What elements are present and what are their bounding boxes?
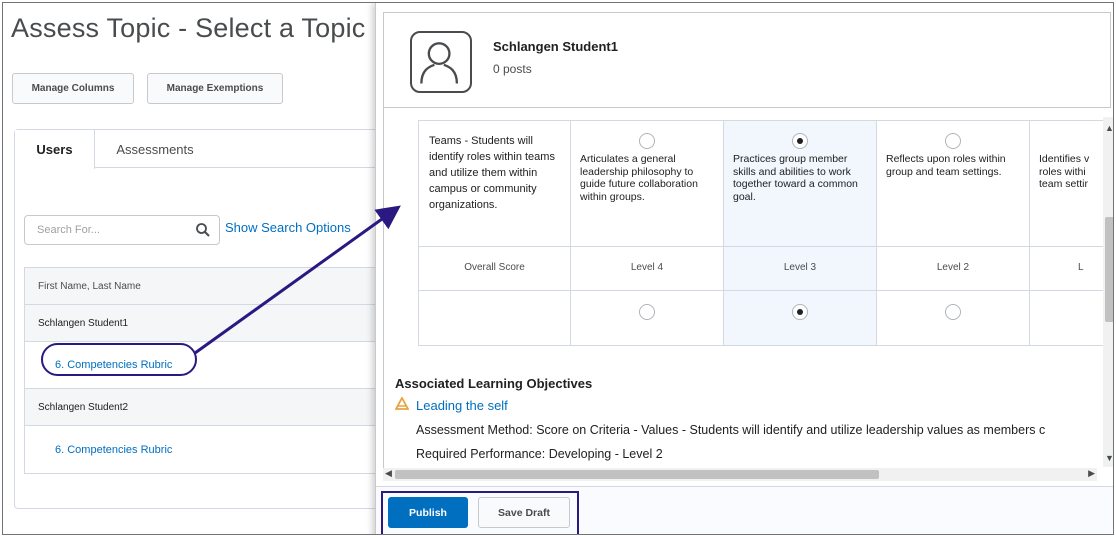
level-label: Level 4 bbox=[630, 262, 664, 273]
rubric-link[interactable]: 6. Competencies Rubric bbox=[55, 444, 172, 456]
scroll-thumb[interactable] bbox=[1105, 217, 1113, 322]
level-description: Reflects upon roles within group and tea… bbox=[886, 153, 1006, 178]
users-panel: Users Assessments Search For... Show Sea… bbox=[14, 129, 396, 509]
page-title: Assess Topic - Select a Topic bbox=[11, 13, 366, 43]
level-column-partial: Identifies v roles withi team settir L bbox=[1030, 121, 1111, 345]
rubric-dialog: Schlangen Student1 0 posts Teams - Stude… bbox=[375, 3, 1113, 534]
horizontal-scrollbar[interactable]: ◀ ▶ bbox=[383, 468, 1097, 481]
manage-columns-button[interactable]: Manage Columns bbox=[12, 73, 134, 104]
publish-button[interactable]: Publish bbox=[388, 497, 468, 528]
student-name: Schlangen Student1 bbox=[493, 39, 618, 54]
assessment-method: Assessment Method: Score on Criteria - V… bbox=[416, 423, 1046, 437]
student-header: Schlangen Student1 0 posts bbox=[383, 12, 1111, 108]
search-input[interactable]: Search For... bbox=[24, 215, 220, 245]
level-description: Articulates a general leadership philoso… bbox=[580, 153, 698, 203]
level-column: Reflects upon roles within group and tea… bbox=[877, 121, 1030, 345]
required-performance: Required Performance: Developing - Level… bbox=[416, 447, 663, 461]
tab-users[interactable]: Users bbox=[15, 130, 95, 169]
scroll-thumb[interactable] bbox=[395, 470, 879, 479]
level-column: Articulates a general leadership philoso… bbox=[571, 121, 724, 345]
level-radio-selected[interactable] bbox=[792, 133, 808, 149]
post-count: 0 posts bbox=[493, 62, 532, 76]
table-row-student: Schlangen Student1 bbox=[25, 305, 396, 342]
level-label: Level 3 bbox=[783, 262, 817, 273]
overall-radio[interactable] bbox=[639, 304, 655, 320]
objectives-title: Associated Learning Objectives bbox=[395, 376, 593, 391]
scroll-down-icon[interactable]: ▼ bbox=[1105, 453, 1113, 463]
rubric-scroll-area[interactable]: Teams - Students will identify roles wit… bbox=[383, 108, 1111, 468]
vertical-scrollbar[interactable]: ▲ ▼ bbox=[1103, 117, 1113, 467]
level-column-selected: Practices group member skills and abilit… bbox=[724, 121, 877, 345]
manage-exemptions-button[interactable]: Manage Exemptions bbox=[147, 73, 283, 104]
grid-header[interactable]: First Name, Last Name bbox=[25, 268, 396, 305]
overall-radio[interactable] bbox=[945, 304, 961, 320]
criterion-text: Teams - Students will identify roles wit… bbox=[429, 135, 555, 211]
level-description: Identifies v roles withi team settir bbox=[1039, 153, 1090, 190]
table-row-student: Schlangen Student2 bbox=[25, 389, 396, 426]
scroll-right-icon[interactable]: ▶ bbox=[1088, 468, 1095, 479]
search-icon[interactable] bbox=[195, 222, 211, 238]
scroll-up-icon[interactable]: ▲ bbox=[1105, 123, 1113, 133]
table-row-rubric: 6. Competencies Rubric bbox=[25, 426, 396, 473]
rubric-table: Teams - Students will identify roles wit… bbox=[418, 120, 1111, 346]
objective-icon bbox=[395, 397, 409, 410]
avatar bbox=[410, 31, 472, 93]
level-description: Practices group member skills and abilit… bbox=[733, 153, 858, 203]
scroll-left-icon[interactable]: ◀ bbox=[385, 468, 392, 479]
overall-score-label: Overall Score bbox=[464, 262, 525, 273]
search-placeholder: Search For... bbox=[37, 224, 100, 236]
screenshot-frame: Assess Topic - Select a Topic Manage Col… bbox=[2, 2, 1114, 535]
tab-assessments[interactable]: Assessments bbox=[95, 130, 215, 168]
tabs-divider bbox=[95, 167, 393, 168]
level-label: Level 2 bbox=[936, 262, 970, 273]
dialog-footer: Publish Save Draft bbox=[376, 486, 1113, 534]
criterion-column: Teams - Students will identify roles wit… bbox=[419, 121, 571, 345]
overall-radio-selected[interactable] bbox=[792, 304, 808, 320]
objective-link[interactable]: Leading the self bbox=[416, 398, 508, 413]
row-divider bbox=[419, 246, 1111, 247]
level-radio[interactable] bbox=[945, 133, 961, 149]
level-radio[interactable] bbox=[639, 133, 655, 149]
show-search-options-link[interactable]: Show Search Options bbox=[225, 220, 351, 235]
user-icon bbox=[420, 42, 459, 84]
rubric-highlight-oval bbox=[41, 343, 197, 376]
save-draft-button[interactable]: Save Draft bbox=[478, 497, 570, 528]
row-divider bbox=[419, 290, 1111, 291]
